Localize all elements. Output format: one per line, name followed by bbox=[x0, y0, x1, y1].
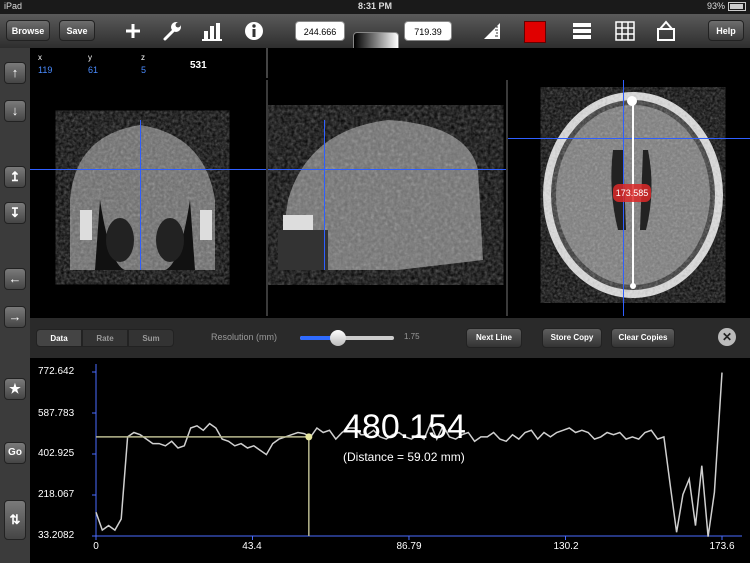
measurement-handle-bottom[interactable] bbox=[630, 283, 636, 289]
grid-icon[interactable] bbox=[613, 19, 637, 43]
star-icon[interactable]: ★ bbox=[4, 378, 26, 400]
clock: 8:31 PM bbox=[357, 1, 392, 11]
y-value: 61 bbox=[88, 65, 99, 75]
voxel-intensity: 531 bbox=[190, 60, 207, 71]
y-tick-label: 218.067 bbox=[38, 489, 75, 500]
arrow-down-icon[interactable]: ↓ bbox=[4, 100, 26, 122]
battery-percent: 93% bbox=[706, 1, 725, 11]
battery-icon bbox=[728, 2, 746, 12]
coronal-image bbox=[70, 125, 215, 270]
arrow-up-bar-icon[interactable]: ↥ bbox=[4, 166, 26, 188]
save-button[interactable]: Save bbox=[59, 20, 95, 41]
y-tick-label: 402.925 bbox=[38, 448, 75, 459]
close-icon[interactable]: ✕ bbox=[718, 328, 736, 346]
crosshair-horizontal bbox=[268, 169, 506, 170]
axial-view[interactable]: 173.585 bbox=[508, 80, 750, 316]
x-tick-label: 0 bbox=[93, 541, 99, 552]
resolution-value: 1.75 bbox=[404, 332, 420, 341]
arrow-left-icon[interactable]: ← bbox=[4, 268, 26, 290]
crosshair-vertical bbox=[140, 120, 141, 270]
next-line-button[interactable]: Next Line bbox=[466, 328, 522, 348]
y-tick-label: 33.2082 bbox=[38, 530, 75, 541]
tab-sum[interactable]: Sum bbox=[128, 329, 174, 347]
plus-icon[interactable] bbox=[121, 19, 145, 43]
sagittal-view[interactable] bbox=[268, 80, 508, 316]
coordinates-box: x 119 y 61 z 5 531 bbox=[30, 48, 268, 78]
status-bar: iPad 8:31 PM 93% bbox=[0, 0, 750, 14]
x-value: 119 bbox=[38, 65, 53, 75]
sagittal-image bbox=[278, 120, 483, 270]
left-toolbar: ↑ ↓ ↥ ↧ ← → ★ Go ⇅ bbox=[0, 48, 30, 563]
resolution-slider-thumb[interactable] bbox=[329, 330, 346, 346]
help-button[interactable]: Help bbox=[708, 20, 744, 41]
resolution-slider[interactable] bbox=[300, 330, 394, 346]
upload-icon[interactable] bbox=[654, 19, 678, 43]
arrow-right-icon[interactable]: → bbox=[4, 306, 26, 328]
arrow-up-icon[interactable]: ↑ bbox=[4, 62, 26, 84]
graph-toolbar: Data Rate Sum Resolution (mm) 1.75 Next … bbox=[30, 318, 750, 358]
ruler-icon[interactable] bbox=[480, 19, 504, 43]
battery-indicator: 93% bbox=[706, 1, 746, 12]
intensity-profile-chart[interactable]: 772.642 587.783 402.925 218.067 33.2082 … bbox=[30, 358, 750, 563]
y-tick-label: 772.642 bbox=[38, 366, 75, 377]
z-label: z bbox=[141, 53, 145, 62]
x-label: x bbox=[38, 53, 42, 62]
x-tick-label: 173.6 bbox=[709, 541, 735, 552]
layout-rows-icon[interactable] bbox=[570, 19, 594, 43]
crosshair-horizontal bbox=[508, 138, 750, 139]
readout-value: 480.154 bbox=[343, 408, 466, 446]
coronal-view[interactable] bbox=[30, 80, 268, 316]
top-toolbar: Browse Save 244.666 719.39 Help bbox=[0, 14, 750, 56]
store-copy-button[interactable]: Store Copy bbox=[542, 328, 602, 348]
browse-button[interactable]: Browse bbox=[6, 20, 50, 41]
window-max-field[interactable]: 719.39 bbox=[404, 21, 452, 41]
window-min-field[interactable]: 244.666 bbox=[295, 21, 345, 41]
cursor-point bbox=[305, 433, 313, 441]
go-button[interactable]: Go bbox=[4, 442, 26, 464]
tab-rate[interactable]: Rate bbox=[82, 329, 128, 347]
y-label: y bbox=[88, 53, 92, 62]
coordinates-bar: x 119 y 61 z 5 531 bbox=[30, 48, 750, 82]
measurement-label: 173.585 bbox=[613, 184, 651, 202]
x-tick-label: 130.2 bbox=[553, 541, 579, 552]
rotate-icon[interactable]: ⇅ bbox=[4, 500, 26, 540]
tab-data[interactable]: Data bbox=[36, 329, 82, 347]
clear-copies-button[interactable]: Clear Copies bbox=[611, 328, 675, 348]
x-tick-label: 43.4 bbox=[242, 541, 262, 552]
bar-chart-icon[interactable] bbox=[200, 19, 224, 43]
z-value: 5 bbox=[141, 65, 147, 75]
info-icon[interactable] bbox=[242, 19, 266, 43]
readout-distance: (Distance = 59.02 mm) bbox=[343, 450, 465, 464]
y-tick-label: 587.783 bbox=[38, 408, 75, 419]
x-tick-label: 86.79 bbox=[396, 541, 422, 552]
crosshair-vertical bbox=[324, 120, 325, 270]
wrench-icon[interactable] bbox=[160, 19, 184, 43]
arrow-down-bar-icon[interactable]: ↧ bbox=[4, 202, 26, 224]
color-square-icon[interactable] bbox=[524, 21, 546, 43]
resolution-label: Resolution (mm) bbox=[211, 332, 278, 342]
measurement-handle-top[interactable] bbox=[627, 96, 637, 106]
crosshair-horizontal bbox=[30, 169, 266, 170]
